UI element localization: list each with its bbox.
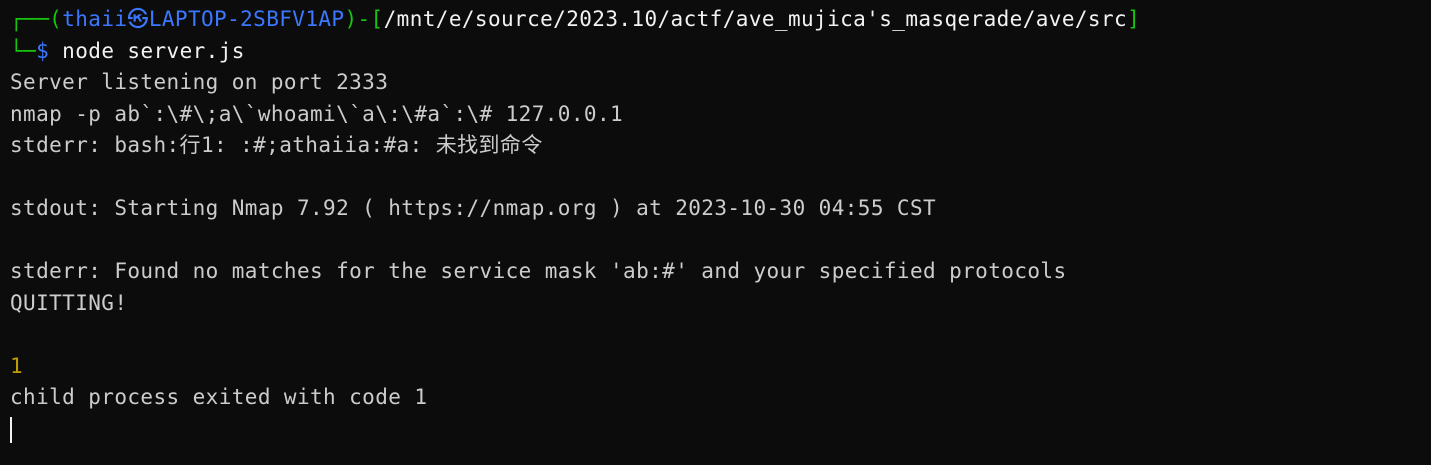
output-line: stderr: Found no matches for the service… (10, 259, 1067, 283)
prompt-corner-bottom: └─ (10, 38, 37, 63)
terminal-window[interactable]: ┌──(thaii㉿LAPTOP-2SBFV1AP)-[/mnt/e/sourc… (0, 0, 1431, 465)
entered-command: node server.js (49, 38, 245, 63)
prompt-bracket-open: )-[ (344, 7, 384, 31)
prompt-host: LAPTOP-2SBFV1AP (148, 7, 345, 31)
output-line: stderr: bash:行1: :#;athaiia:#a: 未找到命令 (10, 133, 543, 157)
output-line: QUITTING! (10, 290, 128, 315)
command-line: └─$ node server.js (10, 36, 1421, 68)
output-line: stdout: Starting Nmap 7.92 ( https://nma… (10, 196, 937, 220)
prompt-at-symbol: ㉿ (127, 7, 149, 31)
exit-code-line: 1 (10, 353, 24, 378)
input-line[interactable] (10, 414, 1421, 446)
prompt-dollar: $ (36, 38, 50, 63)
output-line: nmap -p ab`:\#\;a\`whoami\`a\:\#a`:\# 12… (10, 101, 624, 126)
prompt-bracket-close: ] (1127, 7, 1141, 31)
prompt-user: thaii (62, 7, 128, 31)
text-cursor (10, 416, 12, 443)
output-line: Server listening on port 2333 (10, 70, 389, 94)
prompt-path: /mnt/e/source/2023.10/actf/ave_mujica's_… (383, 7, 1128, 31)
prompt-corner-top: ┌──( (10, 7, 63, 31)
output-line: child process exited with code 1 (10, 385, 428, 409)
prompt-header-line: ┌──(thaii㉿LAPTOP-2SBFV1AP)-[/mnt/e/sourc… (10, 4, 1421, 36)
